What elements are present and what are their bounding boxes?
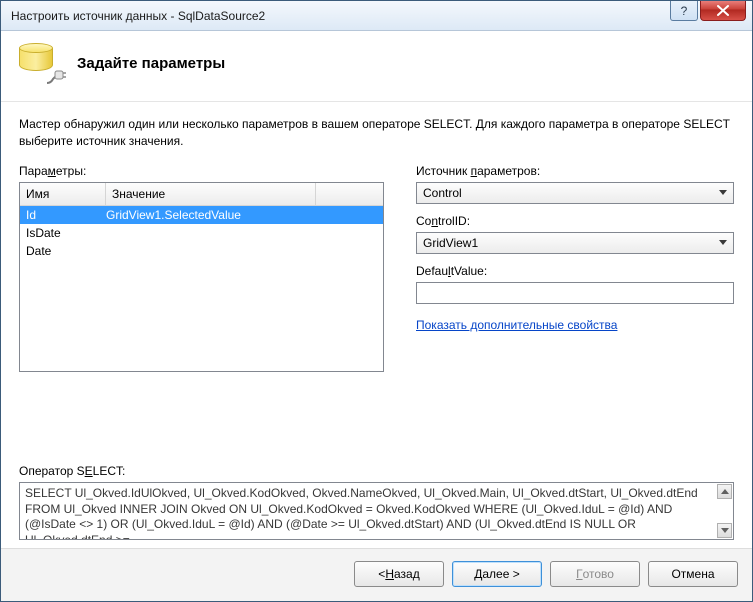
table-body: Id GridView1.SelectedValue IsDate Date: [20, 206, 383, 260]
param-source-select[interactable]: Control: [416, 182, 734, 204]
wizard-body: Мастер обнаружил один или несколько пара…: [1, 102, 752, 548]
col-name-header[interactable]: Имя: [20, 183, 106, 205]
instruction-text: Мастер обнаружил один или несколько пара…: [19, 116, 734, 150]
chevron-down-icon: [721, 528, 729, 533]
cell-name: Id: [26, 208, 106, 222]
controlid-value: GridView1: [423, 236, 478, 250]
dialog-content: Задайте параметры Мастер обнаружил один …: [1, 31, 752, 601]
plug-icon: [45, 69, 67, 87]
controlid-select[interactable]: GridView1: [416, 232, 734, 254]
scroll-down-button[interactable]: [717, 523, 732, 538]
chevron-down-icon: [719, 240, 727, 245]
controlid-label: ControlID:: [416, 214, 734, 228]
left-column: Параметры: Имя Значение Id GridView1.Sel…: [19, 164, 384, 372]
param-source-value: Control: [423, 186, 462, 200]
cell-value: GridView1.SelectedValue: [106, 208, 377, 222]
dialog-window: Настроить источник данных - SqlDataSourc…: [0, 0, 753, 602]
columns: Параметры: Имя Значение Id GridView1.Sel…: [19, 164, 734, 372]
col-blank-header[interactable]: [316, 183, 383, 205]
sql-textbox[interactable]: SELECT Ul_Okved.IdUlOkved, Ul_Okved.KodO…: [19, 482, 734, 540]
parameters-label: Параметры:: [19, 164, 384, 178]
cell-name: Date: [26, 244, 106, 258]
help-icon: ?: [681, 4, 688, 18]
col-value-header[interactable]: Значение: [106, 183, 316, 205]
chevron-down-icon: [719, 190, 727, 195]
table-row[interactable]: Id GridView1.SelectedValue: [20, 206, 383, 224]
back-button[interactable]: < Назад: [354, 561, 444, 587]
title-controls: ?: [670, 1, 752, 30]
sql-area: Оператор SELECT: SELECT Ul_Okved.IdUlOkv…: [19, 446, 734, 540]
cell-name: IsDate: [26, 226, 106, 240]
right-column: Источник параметров: Control ControlID:: [416, 164, 734, 332]
close-button[interactable]: [700, 1, 746, 21]
cancel-button[interactable]: Отмена: [648, 561, 738, 587]
help-button[interactable]: ?: [670, 1, 698, 21]
parameters-table[interactable]: Имя Значение Id GridView1.SelectedValue …: [19, 182, 384, 372]
next-button[interactable]: Далее >: [452, 561, 542, 587]
window-title: Настроить источник данных - SqlDataSourc…: [11, 9, 265, 23]
table-row[interactable]: IsDate: [20, 224, 383, 242]
table-header: Имя Значение: [20, 183, 383, 206]
finish-button: Готово: [550, 561, 640, 587]
sql-label: Оператор SELECT:: [19, 464, 734, 478]
table-row[interactable]: Date: [20, 242, 383, 260]
defaultvalue-label: DefaultValue:: [416, 264, 734, 278]
close-icon: [717, 5, 729, 16]
defaultvalue-input[interactable]: [416, 282, 734, 304]
titlebar[interactable]: Настроить источник данных - SqlDataSourc…: [1, 1, 752, 31]
show-advanced-link[interactable]: Показать дополнительные свойства: [416, 318, 617, 332]
datasource-icon: [17, 41, 61, 85]
footer-buttons: < Назад Далее > Готово Отмена: [1, 548, 752, 601]
sql-text: SELECT Ul_Okved.IdUlOkved, Ul_Okved.KodO…: [25, 486, 698, 540]
chevron-up-icon: [721, 489, 729, 494]
scroll-up-button[interactable]: [717, 484, 732, 499]
wizard-header: Задайте параметры: [1, 31, 752, 102]
param-source-label: Источник параметров:: [416, 164, 734, 178]
wizard-title: Задайте параметры: [77, 55, 225, 72]
